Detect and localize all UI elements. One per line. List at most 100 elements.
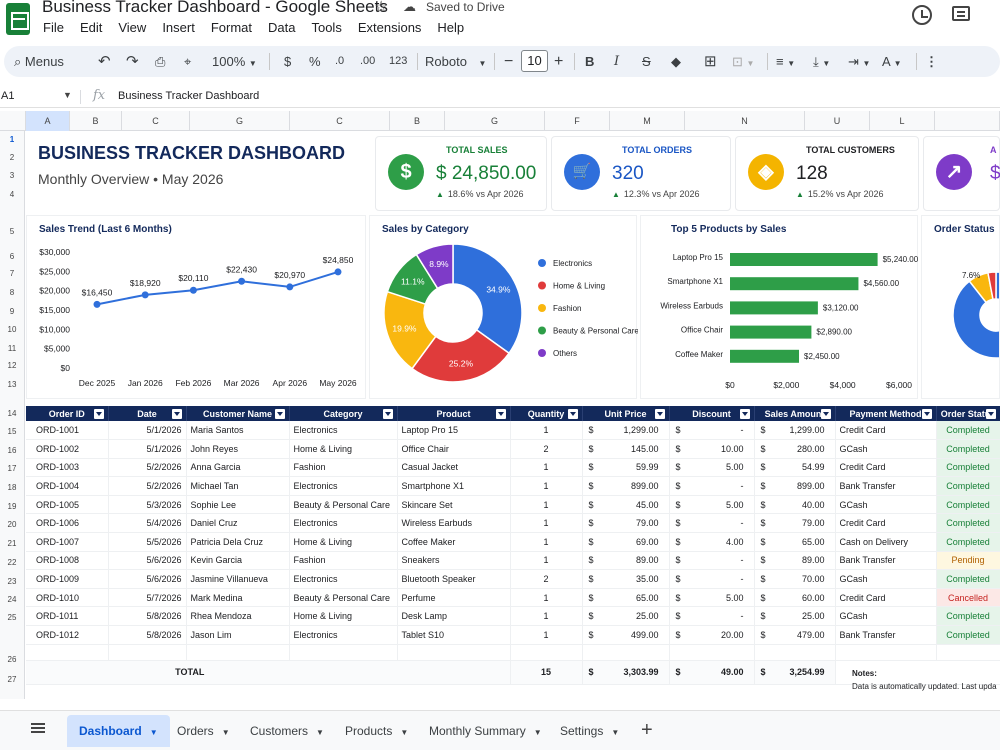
chevron-down-icon[interactable]: ▼ — [611, 728, 619, 737]
table-cell[interactable]: Completed — [936, 421, 1000, 441]
table-cell[interactable]: 1 — [510, 532, 583, 552]
table-cell[interactable]: Bank Transfer — [835, 476, 937, 496]
table-cell[interactable]: Completed — [936, 625, 1000, 645]
table-cell[interactable]: $5.00 — [669, 458, 755, 478]
column-header[interactable] — [935, 111, 1000, 131]
table-cell[interactable]: ORD-1005 — [26, 495, 109, 515]
table-cell[interactable]: $899.00 — [582, 476, 670, 496]
column-header[interactable]: C — [122, 111, 190, 131]
decrease-decimal-button[interactable]: .0 — [335, 46, 344, 77]
table-cell[interactable]: Beauty & Personal Care — [289, 495, 398, 515]
table-cell[interactable]: ORD-1002 — [26, 439, 109, 459]
table-cell[interactable]: Michael Tan — [186, 476, 290, 496]
table-cell[interactable]: ORD-1006 — [26, 513, 109, 534]
table-cell[interactable]: Electronics — [289, 421, 398, 441]
table-cell[interactable]: ORD-1001 — [26, 421, 109, 441]
row-header[interactable]: 22 — [0, 558, 24, 567]
row-header[interactable]: 5 — [0, 227, 24, 236]
table-cell[interactable]: 2 — [510, 569, 583, 589]
table-row[interactable]: ORD-1009 5/6/2026 Jasmine Villanueva Electr… — [26, 569, 1000, 589]
table-cell[interactable]: 1 — [510, 513, 583, 534]
table-cell[interactable]: ORD-1012 — [26, 625, 109, 645]
fill-color-icon[interactable]: ◆ — [671, 46, 681, 77]
column-header-discount[interactable]: Discount — [669, 406, 755, 421]
chevron-down-icon[interactable]: ▼ — [400, 728, 408, 737]
table-cell[interactable]: 5/2/2026 — [108, 476, 187, 496]
menu-tools[interactable]: Tools — [311, 20, 341, 38]
table-cell[interactable]: $10.00 — [669, 439, 755, 459]
kpi-card-total-customers[interactable]: ◈ TOTAL CUSTOMERS 128 ▲ 15.2% vs Apr 2026 — [735, 136, 919, 211]
table-cell[interactable]: 5/4/2026 — [108, 513, 187, 534]
merge-cells-icon[interactable]: ⊡ ▼ — [732, 46, 754, 77]
row-header[interactable]: 2 — [0, 153, 24, 162]
formula-input[interactable]: Business Tracker Dashboard — [118, 90, 259, 102]
column-header-order-status[interactable]: Order Status — [936, 406, 1000, 421]
table-row[interactable]: ORD-1011 5/8/2026 Rhea Mendoza Home & Livin… — [26, 606, 1000, 627]
column-header-unit-price[interactable]: Unit Price — [582, 406, 670, 421]
table-cell[interactable]: $45.00 — [582, 495, 670, 515]
column-header[interactable]: U — [805, 111, 870, 131]
table-cell[interactable] — [835, 644, 937, 661]
table-cell[interactable]: $60.00 — [754, 588, 836, 608]
table-cell[interactable]: Completed — [936, 476, 1000, 496]
table-cell[interactable]: Completed — [936, 439, 1000, 459]
table-cell[interactable]: Patricia Dela Cruz — [186, 532, 290, 552]
column-header-product[interactable]: Product — [397, 406, 511, 421]
table-cell[interactable]: Perfume — [397, 588, 511, 608]
table-row[interactable]: ORD-1002 5/1/2026 John Reyes Home & Living O… — [26, 439, 1000, 459]
bar[interactable] — [730, 253, 878, 266]
table-cell[interactable]: Electronics — [289, 569, 398, 589]
table-cell[interactable]: Completed — [936, 495, 1000, 515]
column-header[interactable]: A — [26, 111, 70, 131]
currency-format-button[interactable]: $ — [284, 46, 291, 77]
table-cell[interactable]: $899.00 — [754, 476, 836, 496]
table-row[interactable]: ORD-1003 5/2/2026 Anna Garcia Fashion Casual… — [26, 458, 1000, 478]
comment-icon[interactable] — [952, 6, 970, 21]
column-header-quantity[interactable]: Quantity — [510, 406, 583, 421]
table-cell[interactable]: Cancelled — [936, 588, 1000, 608]
bar[interactable] — [730, 301, 818, 315]
kpi-card-total-sales[interactable]: $ TOTAL SALES $ 24,850.00 ▲ 18.6% vs Apr 202… — [375, 136, 547, 211]
bar[interactable] — [730, 349, 800, 363]
table-cell[interactable]: Fashion — [289, 551, 398, 571]
table-cell[interactable]: Coffee Maker — [397, 532, 511, 552]
table-cell[interactable]: 1 — [510, 551, 583, 571]
table-cell[interactable]: $70.00 — [754, 569, 836, 589]
column-header-date[interactable]: Date — [108, 406, 187, 421]
filter-dropdown-icon[interactable] — [274, 409, 285, 419]
row-header[interactable]: 3 — [0, 171, 24, 180]
table-cell[interactable]: Home & Living — [289, 606, 398, 627]
table-cell[interactable]: ORD-1011 — [26, 606, 109, 627]
zoom-select[interactable]: 100% ▼ — [212, 46, 257, 77]
table-cell[interactable]: 2 — [510, 439, 583, 459]
table-cell[interactable]: $280.00 — [754, 439, 836, 459]
filter-dropdown-icon[interactable] — [93, 409, 104, 419]
table-cell[interactable]: Rhea Mendoza — [186, 606, 290, 627]
sheet-tab-monthly-summary[interactable]: Monthly Summary ▼ — [417, 715, 554, 747]
top-products-chart[interactable]: Top 5 Products by Sales Laptop Pro 15 $5,… — [640, 215, 919, 399]
table-cell[interactable]: 1 — [510, 625, 583, 645]
row-header[interactable]: 18 — [0, 483, 24, 492]
filter-dropdown-icon[interactable] — [171, 409, 182, 419]
table-cell[interactable]: Home & Living — [289, 439, 398, 459]
table-cell[interactable]: Mark Medina — [186, 588, 290, 608]
table-cell[interactable]: ORD-1004 — [26, 476, 109, 496]
table-row[interactable]: ORD-1007 5/5/2026 Patricia Dela Cruz Home &… — [26, 532, 1000, 552]
table-cell[interactable]: Maria Santos — [186, 421, 290, 441]
table-cell[interactable]: $1,299.00 — [754, 421, 836, 441]
order-status-chart[interactable]: Order Status 89.47.6% — [921, 215, 1000, 399]
table-cell[interactable]: Fashion — [289, 458, 398, 478]
row-header[interactable]: 23 — [0, 577, 24, 586]
table-cell[interactable]: Electronics — [289, 625, 398, 645]
table-row[interactable]: ORD-1008 5/6/2026 Kevin Garcia Fashion Sneak… — [26, 551, 1000, 571]
table-cell[interactable]: Pending — [936, 551, 1000, 571]
column-header[interactable]: N — [685, 111, 805, 131]
row-header[interactable]: 8 — [0, 288, 24, 297]
column-header[interactable]: G — [190, 111, 290, 131]
table-cell[interactable]: GCash — [835, 606, 937, 627]
table-cell[interactable]: Credit Card — [835, 421, 937, 441]
table-cell[interactable]: Electronics — [289, 476, 398, 496]
table-cell[interactable]: $ - — [669, 569, 755, 589]
chevron-down-icon[interactable]: ▼ — [316, 728, 324, 737]
bar[interactable] — [730, 325, 812, 339]
